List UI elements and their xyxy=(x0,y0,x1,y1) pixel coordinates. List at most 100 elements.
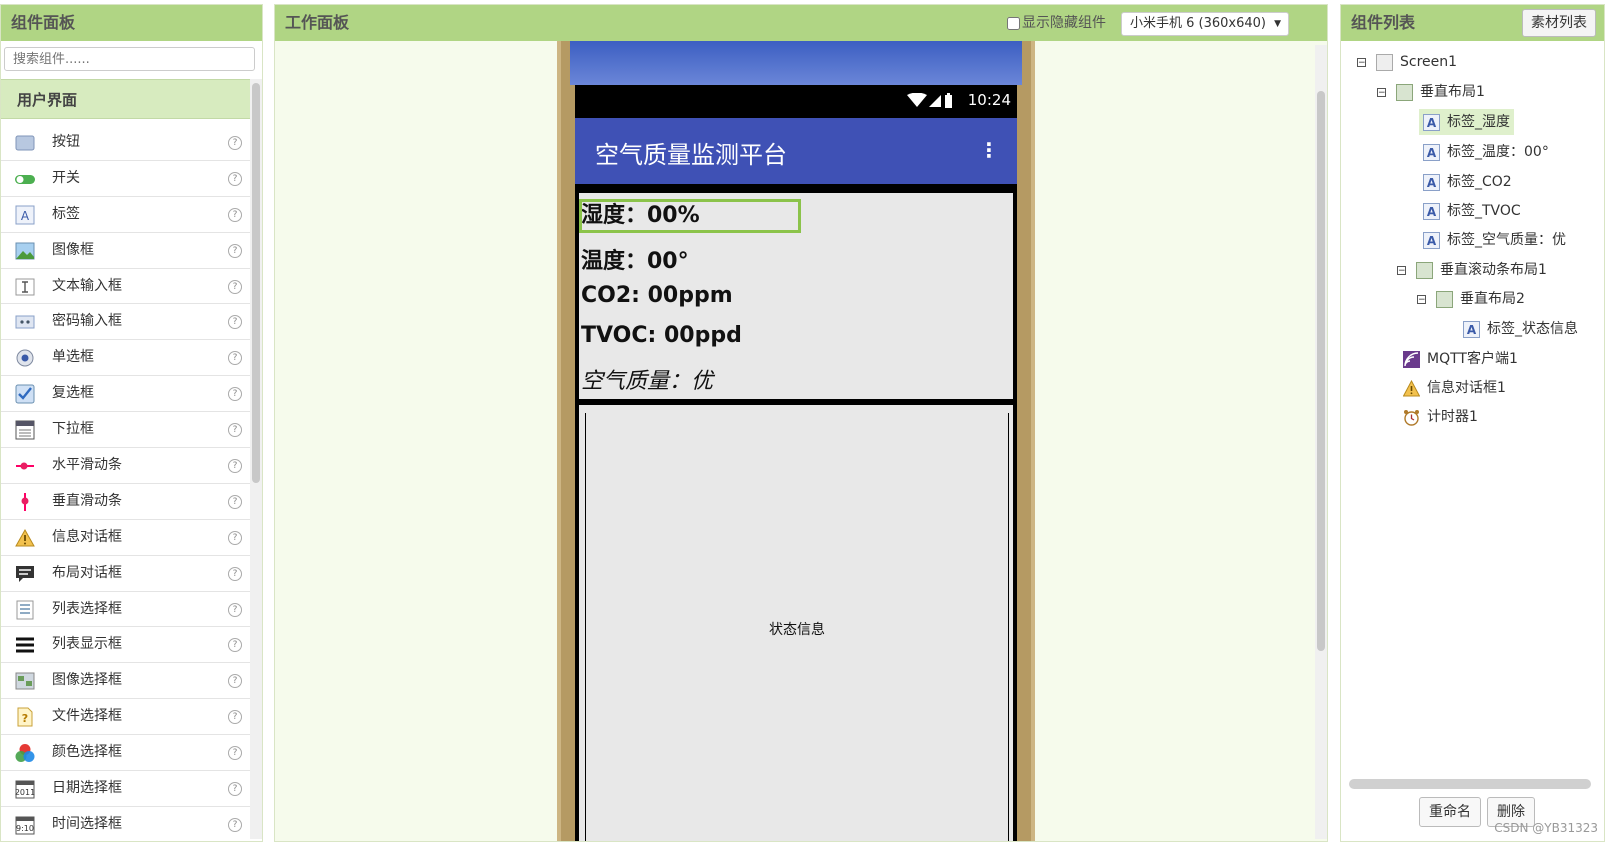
tree-item-screen1[interactable]: − Screen1 xyxy=(1357,49,1457,75)
collapse-icon[interactable]: − xyxy=(1417,294,1426,304)
help-icon[interactable]: ? xyxy=(228,638,242,653)
help-icon[interactable]: ? xyxy=(228,566,242,581)
mqtt-icon xyxy=(1403,350,1420,368)
collapse-icon[interactable]: − xyxy=(1397,265,1406,275)
tree-item-notifier[interactable]: 信息对话框1 xyxy=(1403,375,1506,401)
help-icon[interactable]: ? xyxy=(228,315,242,330)
palette-item-listview[interactable]: 列表显示框 ? xyxy=(1,627,250,664)
tree-item-vlayout1[interactable]: − 垂直布局1 xyxy=(1377,79,1485,105)
help-icon[interactable]: ? xyxy=(228,243,242,258)
tree-item-label-tvoc[interactable]: A 标签_TVOC xyxy=(1423,198,1521,224)
component-search-input[interactable] xyxy=(4,47,255,71)
palette-item-checkbox[interactable]: 复选框 ? xyxy=(1,376,250,413)
help-icon[interactable]: ? xyxy=(228,207,242,222)
category-user-interface[interactable]: 用户界面 xyxy=(1,79,250,119)
palette-item-notifier[interactable]: 信息对话框 ? xyxy=(1,520,250,556)
workspace-scroll-thumb[interactable] xyxy=(1317,91,1325,651)
show-hidden-toggle[interactable]: 显示隐藏组件 xyxy=(1007,5,1106,41)
tree-item-vscroll1[interactable]: − 垂直滚动条布局1 xyxy=(1397,257,1547,283)
tree-item-label-humidity[interactable]: A 标签_湿度 xyxy=(1419,109,1514,135)
help-icon[interactable]: ? xyxy=(228,279,242,294)
color-picker-icon xyxy=(15,744,35,763)
show-hidden-checkbox[interactable] xyxy=(1007,16,1020,30)
tree-item-mqtt[interactable]: MQTT客户端1 xyxy=(1403,346,1518,372)
label-humidity[interactable]: 湿度：00% xyxy=(579,199,801,233)
workspace-panel: 工作面板 显示隐藏组件 小米手机 6 (360x640) ▼ 10:24 空气质量… xyxy=(274,4,1328,842)
vertical-layout-2[interactable]: 状态信息 xyxy=(585,413,1009,841)
tree-item-label-air-quality[interactable]: A 标签_空气质量：优 xyxy=(1423,227,1566,253)
palette-item-vslider[interactable]: 垂直滑动条 ? xyxy=(1,484,250,520)
palette-item-imagepicker[interactable]: 图像选择框 ? xyxy=(1,663,250,700)
collapse-icon[interactable]: − xyxy=(1357,57,1366,67)
components-title: 组件列表 xyxy=(1351,13,1416,32)
palette-item-image[interactable]: 图像框 ? xyxy=(1,233,250,269)
vertical-layout-icon xyxy=(1436,290,1453,308)
palette-item-textbox[interactable]: 文本输入框 ? xyxy=(1,269,250,305)
switch-icon xyxy=(15,174,35,184)
tree-item-label-co2[interactable]: A 标签_CO2 xyxy=(1423,169,1512,195)
palette-item-label[interactable]: A 标签 ? xyxy=(1,197,250,233)
palette-item-label: 文本输入框 xyxy=(52,277,122,294)
palette-title: 组件面板 xyxy=(1,5,262,41)
help-icon[interactable]: ? xyxy=(228,494,242,509)
palette-scrollbar[interactable] xyxy=(250,79,262,839)
palette-item-datepicker[interactable]: 2011 日期选择框 ? xyxy=(1,771,250,807)
help-icon[interactable]: ? xyxy=(228,136,242,150)
palette-item-radio[interactable]: 单选框 ? xyxy=(1,340,250,377)
palette-item-label: 密码输入框 xyxy=(52,313,122,330)
palette-item-layout-dialog[interactable]: 布局对话框 ? xyxy=(1,556,250,592)
alarm-clock-icon xyxy=(1404,409,1419,426)
palette-item-colorpicker[interactable]: 颜色选择框 ? xyxy=(1,735,250,772)
palette-item-filepicker[interactable]: ? 文件选择框 ? xyxy=(1,699,250,736)
tree-horizontal-scrollbar[interactable] xyxy=(1349,779,1591,789)
palette-item-timepicker[interactable]: 9:10 时间选择框 ? xyxy=(1,807,250,841)
label-status-info[interactable]: 状态信息 xyxy=(586,619,1008,639)
tree-item-label: 标签_湿度 xyxy=(1447,114,1510,130)
help-icon[interactable]: ? xyxy=(228,817,242,832)
help-icon[interactable]: ? xyxy=(228,782,242,797)
tree-item-label-status[interactable]: A 标签_状态信息 xyxy=(1463,316,1578,342)
assets-list-button[interactable]: 素材列表 xyxy=(1522,9,1596,37)
help-icon[interactable]: ? xyxy=(228,674,242,689)
label-co2[interactable]: CO2: 00ppm xyxy=(581,283,733,308)
label-air-quality[interactable]: 空气质量：优 xyxy=(581,363,713,395)
label-temperature[interactable]: 温度：00° xyxy=(581,243,689,275)
watermark: CSDN @YB31323 xyxy=(1494,821,1598,835)
palette-item-label: 列表显示框 xyxy=(52,636,122,653)
collapse-icon[interactable]: − xyxy=(1377,87,1386,97)
palette-item-button[interactable]: 按钮 ? xyxy=(1,125,250,161)
palette-scroll-thumb[interactable] xyxy=(252,83,260,483)
tree-item-label-temperature[interactable]: A 标签_温度：00° xyxy=(1423,139,1549,165)
help-icon[interactable]: ? xyxy=(228,351,242,366)
vertical-scroll-layout-1[interactable]: 状态信息 xyxy=(579,405,1013,841)
device-select-value: 小米手机 6 (360x640) xyxy=(1130,16,1266,31)
tree-item-label: 垂直布局2 xyxy=(1460,291,1525,307)
label-tvoc[interactable]: TVOC: 00ppd xyxy=(581,323,742,348)
palette-item-label: 单选框 xyxy=(52,349,94,366)
help-icon[interactable]: ? xyxy=(228,710,242,725)
palette-item-password[interactable]: 密码输入框 ? xyxy=(1,304,250,341)
help-icon[interactable]: ? xyxy=(228,746,242,761)
palette-item-listpicker[interactable]: 列表选择框 ? xyxy=(1,592,250,628)
workspace-scrollbar[interactable] xyxy=(1315,45,1327,839)
palette-item-spinner[interactable]: 下拉框 ? xyxy=(1,412,250,449)
palette-item-switch[interactable]: 开关 ? xyxy=(1,161,250,197)
palette-item-label: 下拉框 xyxy=(52,421,94,438)
palette-item-hslider[interactable]: 水平滑动条 ? xyxy=(1,448,250,484)
tree-item-clock[interactable]: 计时器1 xyxy=(1403,404,1478,430)
help-icon[interactable]: ? xyxy=(228,423,242,438)
signal-battery-icon xyxy=(907,93,952,108)
rename-button[interactable]: 重命名 xyxy=(1419,797,1481,827)
vertical-layout-1[interactable]: 湿度：00% 温度：00° CO2: 00ppm TVOC: 00ppd 空气质… xyxy=(579,193,1013,399)
vertical-scroll-layout-icon xyxy=(1416,261,1433,279)
overflow-menu-icon[interactable]: ⋮ xyxy=(979,138,999,162)
label-icon: A xyxy=(1423,202,1440,220)
help-icon[interactable]: ? xyxy=(228,171,242,186)
help-icon[interactable]: ? xyxy=(228,459,242,474)
device-select[interactable]: 小米手机 6 (360x640) ▼ xyxy=(1121,12,1289,36)
help-icon[interactable]: ? xyxy=(228,530,242,545)
tree-item-vlayout2[interactable]: − 垂直布局2 xyxy=(1417,286,1525,312)
svg-text:2011: 2011 xyxy=(15,788,35,797)
help-icon[interactable]: ? xyxy=(228,602,242,617)
help-icon[interactable]: ? xyxy=(228,387,242,402)
